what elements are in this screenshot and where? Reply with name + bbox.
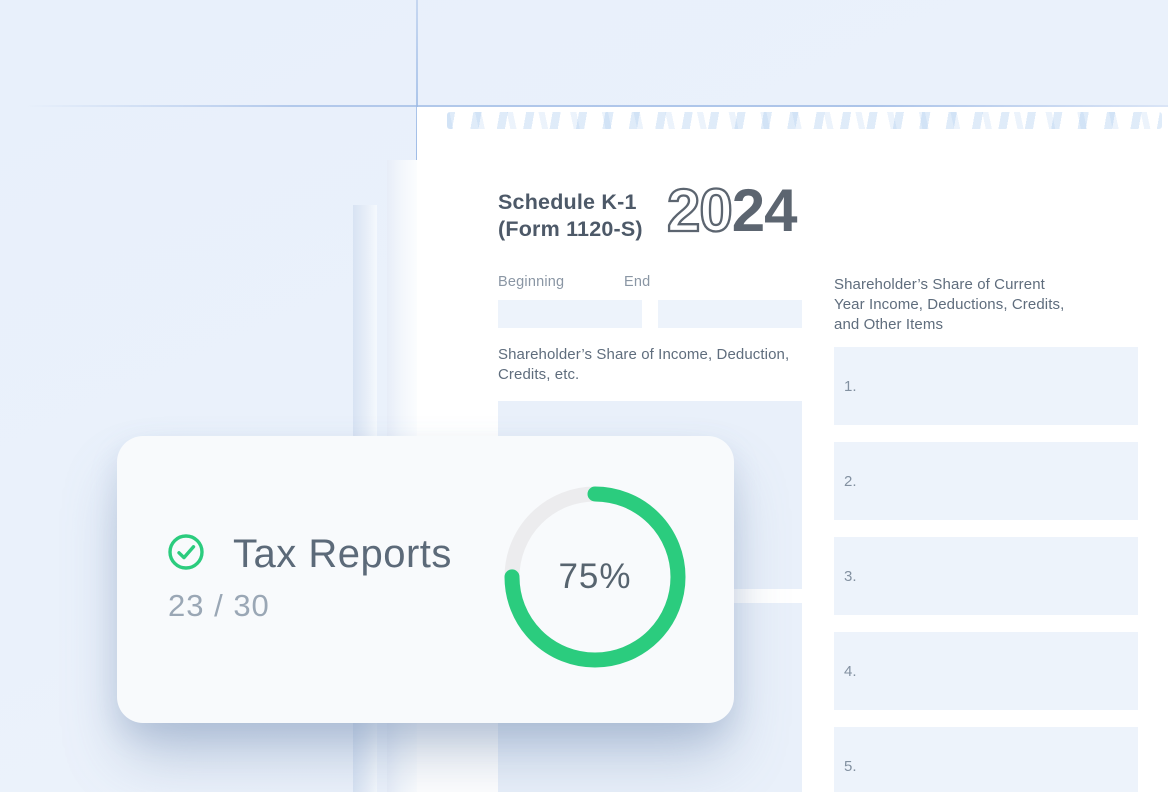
right-column: Shareholder’s Share of Current Year Inco… xyxy=(834,107,1138,792)
form-year-bold-digits: 24 xyxy=(731,177,798,244)
card-title: Tax Reports xyxy=(233,532,452,576)
item-slot-3[interactable]: 3. xyxy=(834,537,1138,615)
form-title-line2: (Form 1120-S) xyxy=(498,216,643,241)
background: Schedule K-1 (Form 1120-S) 2024 Beginnin… xyxy=(0,0,1168,792)
item-number: 4. xyxy=(844,662,857,680)
end-date-field[interactable] xyxy=(658,300,802,328)
check-circle-icon xyxy=(167,533,205,576)
right-section-heading-line1: Shareholder’s Share of Current xyxy=(834,276,1045,293)
right-section-heading-line3: and Other Items xyxy=(834,316,944,333)
right-section-heading-line2: Year Income, Deductions, Credits, xyxy=(834,296,1065,313)
form-year: 2024 xyxy=(666,179,798,241)
form-title: Schedule K-1 (Form 1120-S) xyxy=(498,189,643,242)
left-section-heading-line1: Shareholder’s Share of Income, Deduction… xyxy=(498,346,790,363)
item-list: 1. 2. 3. 4. 5. xyxy=(834,347,1138,792)
form-title-line1: Schedule K-1 xyxy=(498,190,637,214)
end-field-label: End xyxy=(624,274,651,290)
item-slot-5[interactable]: 5. xyxy=(834,727,1138,792)
item-number: 2. xyxy=(844,472,857,490)
left-section-heading-line2: Credits, etc. xyxy=(498,366,580,383)
left-section-heading: Shareholder’s Share of Income, Deduction… xyxy=(498,345,789,385)
right-section-heading: Shareholder’s Share of Current Year Inco… xyxy=(834,275,1064,335)
item-slot-2[interactable]: 2. xyxy=(834,442,1138,520)
item-number: 3. xyxy=(844,567,857,585)
beginning-field-label: Beginning xyxy=(498,274,565,290)
tax-reports-card: Tax Reports 23 / 30 75% xyxy=(117,436,734,723)
form-year-outline-digits: 20 xyxy=(666,177,734,244)
item-number: 1. xyxy=(844,377,857,395)
beginning-date-field[interactable] xyxy=(498,300,642,328)
progress-percent-label: 75% xyxy=(558,557,632,596)
progress-ring: 75% xyxy=(500,482,690,672)
item-number: 5. xyxy=(844,757,857,775)
item-slot-4[interactable]: 4. xyxy=(834,632,1138,710)
card-progress-count: 23 / 30 xyxy=(168,588,270,623)
item-slot-1[interactable]: 1. xyxy=(834,347,1138,425)
card-title-row: Tax Reports xyxy=(167,532,452,577)
